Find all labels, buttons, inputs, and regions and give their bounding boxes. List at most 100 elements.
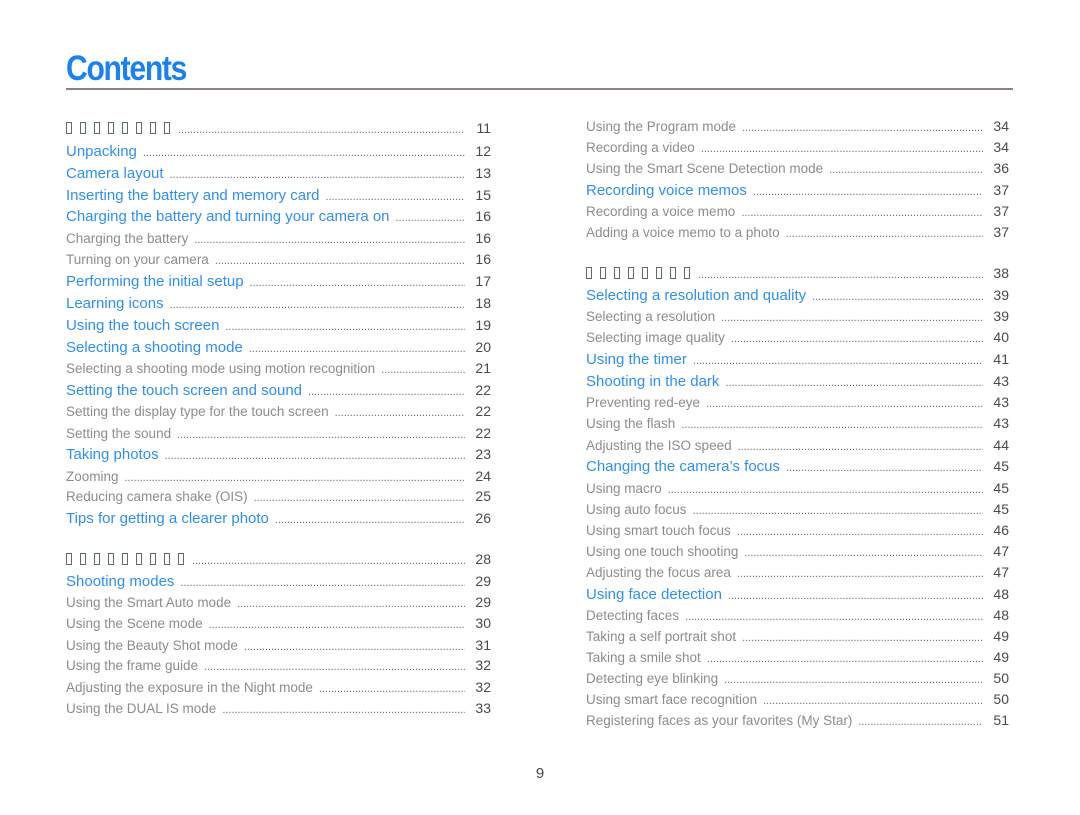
toc-page-number: 23 — [475, 446, 491, 462]
toc-entry[interactable]: Using the DUAL IS mode 33 — [66, 700, 491, 720]
dot-leader — [668, 484, 983, 496]
toc-entry[interactable]: Changing the camera’s focus 45 — [586, 458, 1009, 478]
toc-entry[interactable]: Charging the battery 16 — [66, 230, 491, 250]
dot-leader — [177, 429, 465, 441]
toc-entry[interactable]: Unpacking 12 — [66, 143, 491, 163]
toc-entry[interactable]: Shooting modes 29 — [66, 573, 491, 593]
toc-entry-label: Using the flash — [586, 416, 676, 431]
dot-leader — [681, 419, 983, 431]
toc-entry[interactable]: Using macro 45 — [586, 480, 1009, 500]
toc-page-number: 25 — [475, 488, 491, 504]
dot-leader — [812, 291, 983, 303]
missing-glyph-box — [136, 553, 142, 565]
toc-page-number: 47 — [993, 564, 1009, 580]
toc-entry[interactable]: Inserting the battery and memory card 15 — [66, 187, 491, 207]
toc-page-number: 16 — [475, 208, 491, 224]
toc-page-number: 33 — [475, 700, 491, 716]
toc-section-heading[interactable]: 38 — [586, 265, 1009, 285]
toc-entry[interactable]: Taking a self portrait shot 49 — [586, 628, 1009, 648]
toc-entry[interactable]: Using the Program mode 34 — [586, 118, 1009, 138]
toc-section-heading[interactable]: 28 — [66, 551, 491, 571]
toc-entry[interactable]: Shooting in the dark 43 — [586, 373, 1009, 393]
toc-entry[interactable]: Using auto focus 45 — [586, 501, 1009, 521]
toc-entry[interactable]: Performing the initial setup 17 — [66, 273, 491, 293]
toc-entry[interactable]: Using the Beauty Shot mode 31 — [66, 637, 491, 657]
toc-entry[interactable]: Taking a smile shot 49 — [586, 649, 1009, 669]
dot-leader — [194, 234, 465, 246]
toc-entry[interactable]: Recording a video 34 — [586, 139, 1009, 159]
toc-entry[interactable]: Adjusting the exposure in the Night mode… — [66, 679, 491, 699]
dot-leader — [249, 343, 465, 355]
toc-entry-label: Charging the battery — [66, 231, 189, 246]
toc-entry[interactable]: Setting the display type for the touch s… — [66, 403, 491, 423]
dot-leader — [693, 505, 983, 517]
title-rule — [66, 88, 1013, 90]
toc-entry[interactable]: Selecting a resolution 39 — [586, 308, 1009, 328]
dot-leader — [180, 577, 465, 589]
missing-glyph-box — [94, 553, 100, 565]
toc-entry[interactable]: Selecting a shooting mode using motion r… — [66, 360, 491, 380]
toc-entry[interactable]: Charging the battery and turning your ca… — [66, 208, 491, 228]
toc-page-number: 43 — [993, 373, 1009, 389]
toc-entry[interactable]: Using smart touch focus 46 — [586, 522, 1009, 542]
toc-page-number: 32 — [475, 657, 491, 673]
toc-page-number: 41 — [993, 351, 1009, 367]
toc-entry[interactable]: Preventing red-eye 43 — [586, 394, 1009, 414]
toc-entry[interactable]: Selecting image quality 40 — [586, 329, 1009, 349]
toc-entry[interactable]: Using the frame guide 32 — [66, 657, 491, 677]
dot-leader — [693, 355, 983, 367]
toc-entry-label: Using the Program mode — [586, 119, 737, 134]
toc-page-number: 51 — [993, 712, 1009, 728]
toc-entry[interactable]: Turning on your camera 16 — [66, 251, 491, 271]
toc-page-number: 43 — [993, 415, 1009, 431]
toc-entry[interactable]: Using one touch shooting 47 — [586, 543, 1009, 563]
toc-entry[interactable]: Selecting a shooting mode 20 — [66, 339, 491, 359]
toc-entry-label: Detecting faces — [586, 608, 680, 623]
toc-entry[interactable]: Taking photos 23 — [66, 446, 491, 466]
toc-entry-label: Learning icons — [66, 295, 164, 312]
toc-entry[interactable]: Camera layout 13 — [66, 165, 491, 185]
toc-entry[interactable]: Using the Scene mode 30 — [66, 615, 491, 635]
toc-entry[interactable]: Zooming 24 — [66, 468, 491, 488]
toc-entry[interactable]: Detecting faces 48 — [586, 607, 1009, 627]
dot-leader — [763, 695, 983, 707]
missing-glyph-box — [150, 122, 156, 134]
toc-entry[interactable]: Using the flash 43 — [586, 415, 1009, 435]
toc-entry[interactable]: Registering faces as your favorites (My … — [586, 712, 1009, 732]
dot-leader — [701, 143, 983, 155]
toc-entry[interactable]: Setting the sound 22 — [66, 425, 491, 445]
toc-entry[interactable]: Setting the touch screen and sound 22 — [66, 382, 491, 402]
toc-entry[interactable]: Detecting eye blinking 50 — [586, 670, 1009, 690]
toc-page-number: 43 — [993, 394, 1009, 410]
toc-entry[interactable]: Using face detection 48 — [586, 586, 1009, 606]
toc-page-number: 19 — [475, 317, 491, 333]
toc-entry[interactable]: Tips for getting a clearer photo 26 — [66, 510, 491, 530]
toc-entry[interactable]: Adding a voice memo to a photo 37 — [586, 224, 1009, 244]
toc-entry[interactable]: Using the Smart Auto mode 29 — [66, 594, 491, 614]
toc-page-number: 22 — [475, 403, 491, 419]
toc-entry[interactable]: Selecting a resolution and quality 39 — [586, 287, 1009, 307]
dot-leader — [724, 674, 983, 686]
toc-entry[interactable]: Adjusting the focus area 47 — [586, 564, 1009, 584]
toc-entry[interactable]: Using the timer 41 — [586, 351, 1009, 371]
dot-leader — [319, 683, 465, 695]
dot-leader — [858, 716, 983, 728]
toc-entry[interactable]: Using the touch screen 19 — [66, 317, 491, 337]
toc-entry-label: Recording a video — [586, 140, 695, 155]
toc-page-number: 21 — [475, 360, 491, 376]
toc-entry[interactable]: Reducing camera shake (OIS) 25 — [66, 488, 491, 508]
toc-page-number: 18 — [475, 295, 491, 311]
toc-entry[interactable]: Recording a voice memo 37 — [586, 203, 1009, 223]
dot-leader — [125, 472, 465, 484]
toc-entry-label: Recording a voice memo — [586, 204, 736, 219]
dot-leader — [737, 568, 983, 580]
toc-entry[interactable]: Recording voice memos 37 — [586, 182, 1009, 202]
missing-glyph-box — [684, 267, 690, 279]
toc-section-heading[interactable]: 11 — [66, 120, 491, 140]
toc-entry[interactable]: Using smart face recognition 50 — [586, 691, 1009, 711]
toc-entry[interactable]: Learning icons 18 — [66, 295, 491, 315]
toc-entry[interactable]: Adjusting the ISO speed 44 — [586, 437, 1009, 457]
toc-page-number: 49 — [993, 649, 1009, 665]
toc-entry[interactable]: Using the Smart Scene Detection mode 36 — [586, 160, 1009, 180]
toc-page-number: 39 — [993, 287, 1009, 303]
